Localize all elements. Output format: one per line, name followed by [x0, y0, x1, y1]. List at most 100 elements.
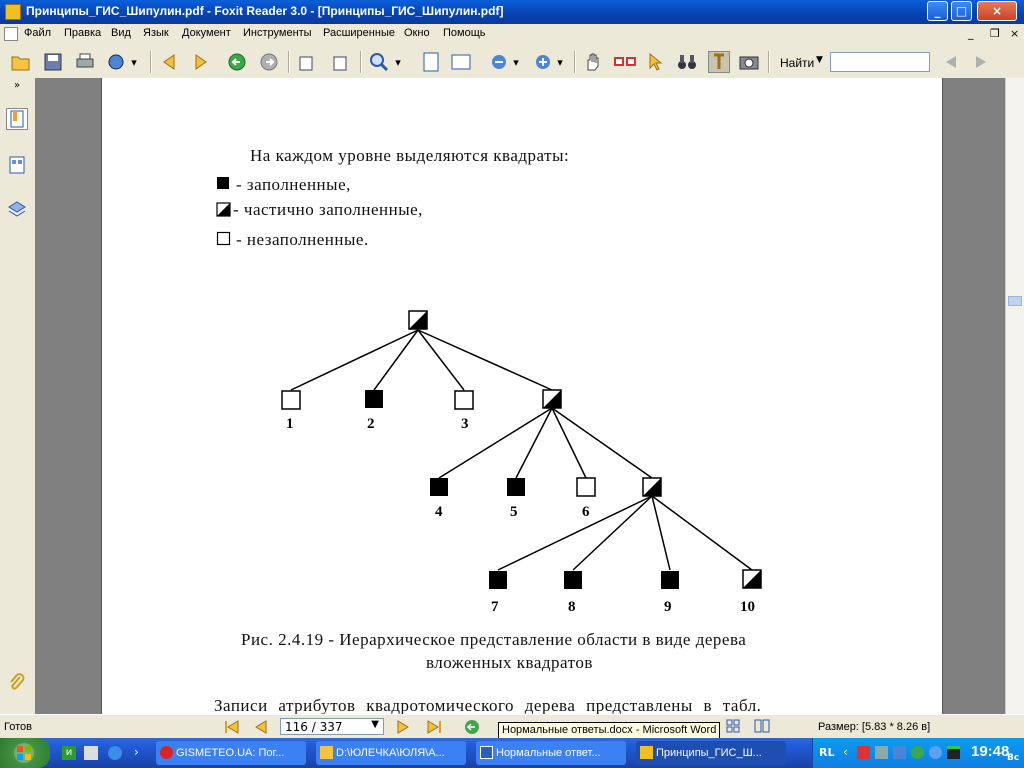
rotate-left-icon[interactable] — [296, 51, 318, 73]
menu-help[interactable]: Помощь — [443, 27, 486, 39]
bookmarks-icon[interactable] — [6, 108, 28, 130]
next-view-icon[interactable] — [190, 51, 212, 73]
zoom-in-icon[interactable] — [532, 51, 554, 73]
menu-language[interactable]: Язык — [143, 27, 169, 39]
find-next-icon[interactable] — [970, 51, 992, 73]
fit-width-icon[interactable] — [450, 51, 472, 73]
close-button[interactable]: × — [977, 1, 1017, 21]
mdi-minimize-button[interactable]: _ — [968, 27, 974, 40]
glasses-icon[interactable] — [614, 51, 636, 73]
label-2: 2 — [367, 416, 375, 432]
quicklaunch-icon-1[interactable]: и — [62, 746, 76, 760]
scroll-thumb[interactable] — [1008, 296, 1022, 306]
save-icon[interactable] — [42, 51, 64, 73]
attachment-paperclip-icon[interactable] — [6, 672, 28, 694]
first-page-icon[interactable] — [224, 720, 240, 737]
select-arrow-icon[interactable] — [644, 51, 666, 73]
back-icon[interactable] — [226, 51, 248, 73]
binoculars-icon[interactable] — [676, 51, 698, 73]
language-indicator[interactable]: RL — [819, 746, 834, 759]
task-gismeteo[interactable]: GISMETEO.UA: Пог... — [156, 741, 306, 765]
find-previous-icon[interactable] — [940, 51, 962, 73]
page-dropdown-icon[interactable]: ▼ — [371, 719, 379, 730]
hand-tool-icon[interactable] — [582, 51, 604, 73]
node-8-filled — [564, 571, 582, 589]
node-4-filled — [430, 478, 448, 496]
zoom-out-icon[interactable] — [488, 51, 510, 73]
page-number-value: 116 / 337 — [285, 720, 343, 734]
mdi-restore-button[interactable]: ❐ — [990, 27, 1000, 40]
email-icon[interactable] — [106, 51, 128, 73]
level2-half-node — [642, 477, 662, 497]
status-ready: Готов — [4, 721, 32, 733]
title-bar: Принципы_ГИС_Шипулин.pdf - Foxit Reader … — [0, 0, 1024, 24]
tray-icon-4[interactable] — [911, 746, 924, 759]
menu-file[interactable]: Файл — [24, 27, 51, 39]
label-1: 1 — [286, 416, 294, 432]
page-number-input[interactable]: 116 / 337 ▼ — [280, 718, 384, 735]
root-half-node — [408, 310, 428, 330]
mdi-close-button[interactable]: × — [1010, 27, 1019, 40]
layout-grid-icon[interactable] — [726, 719, 740, 736]
tray-expand-icon[interactable]: ‹ — [843, 745, 848, 759]
zoom-in-dropdown-icon[interactable]: ▾ — [554, 51, 566, 73]
start-button[interactable] — [0, 738, 50, 768]
status-back-icon[interactable] — [464, 719, 480, 738]
document-view[interactable]: На каждом уровне выделяются квадраты: - … — [35, 78, 1005, 714]
quicklaunch-ie-icon[interactable] — [108, 746, 122, 760]
text-select-icon[interactable] — [708, 51, 730, 73]
fit-page-icon[interactable] — [420, 51, 442, 73]
menu-tools[interactable]: Инструменты — [243, 27, 312, 39]
maximize-button[interactable]: □ — [951, 1, 972, 21]
next-page-icon[interactable] — [396, 720, 410, 737]
zoom-in-magnifier-icon[interactable] — [368, 51, 390, 73]
figure-caption-line2: вложенных квадратов — [426, 653, 593, 672]
page-size-text: Размер: [5.83 * 8.26 в] — [818, 721, 931, 733]
task-foxit[interactable]: Принципы_ГИС_Ш... — [636, 741, 786, 765]
menu-document[interactable]: Документ — [182, 27, 231, 39]
rotate-right-icon[interactable] — [328, 51, 350, 73]
tray-network-icon[interactable] — [875, 746, 888, 759]
find-input[interactable] — [830, 52, 930, 72]
last-page-icon[interactable] — [426, 720, 442, 737]
minimize-button[interactable]: _ — [927, 1, 948, 21]
tray-icon-6[interactable] — [947, 746, 960, 759]
open-folder-icon[interactable] — [10, 51, 32, 73]
tray-icon-3[interactable] — [893, 746, 906, 759]
quicklaunch-icon-2[interactable] — [84, 746, 98, 760]
forward-icon[interactable] — [258, 51, 280, 73]
find-dropdown-icon[interactable]: ▼ — [816, 55, 823, 65]
foxit-task-icon — [640, 746, 653, 759]
prev-view-icon[interactable] — [158, 51, 180, 73]
tray-antivirus-icon[interactable] — [857, 746, 870, 759]
label-6: 6 — [582, 504, 590, 520]
panel-expand-icon[interactable]: » — [14, 80, 20, 91]
menu-view[interactable]: Вид — [111, 27, 131, 39]
task-word[interactable]: Нормальные ответ... — [476, 741, 626, 765]
node-9-filled — [661, 571, 679, 589]
label-3: 3 — [461, 416, 469, 432]
label-5: 5 — [510, 504, 518, 520]
email-dropdown-icon[interactable]: ▾ — [128, 51, 140, 73]
clock-day: Вс — [1007, 753, 1020, 763]
zoom-dropdown-icon[interactable]: ▾ — [392, 51, 404, 73]
zoom-out-dropdown-icon[interactable]: ▾ — [510, 51, 522, 73]
clock-time[interactable]: 19:48 — [971, 743, 1009, 760]
prev-page-icon[interactable] — [254, 720, 268, 737]
menu-edit[interactable]: Правка — [64, 27, 101, 39]
layers-icon[interactable] — [6, 198, 28, 220]
tray-icon-5[interactable] — [929, 746, 942, 759]
foxit-app-icon — [5, 4, 21, 20]
menu-advanced[interactable]: Расширенные — [323, 27, 395, 39]
node-1-empty — [281, 390, 301, 410]
snapshot-camera-icon[interactable] — [738, 51, 760, 73]
vertical-scrollbar[interactable] — [1005, 78, 1024, 714]
task-folder[interactable]: D:\ЮЛЕЧКА\ЮЛЯ\А... — [316, 741, 466, 765]
layout-facing-icon[interactable] — [754, 719, 770, 736]
quicklaunch-more-icon[interactable]: › — [134, 745, 139, 759]
print-icon[interactable] — [74, 51, 96, 73]
menu-window[interactable]: Окно — [404, 27, 430, 39]
find-label: Найти — [780, 56, 815, 70]
document-icon — [4, 27, 18, 41]
thumbnails-icon[interactable] — [6, 154, 28, 176]
